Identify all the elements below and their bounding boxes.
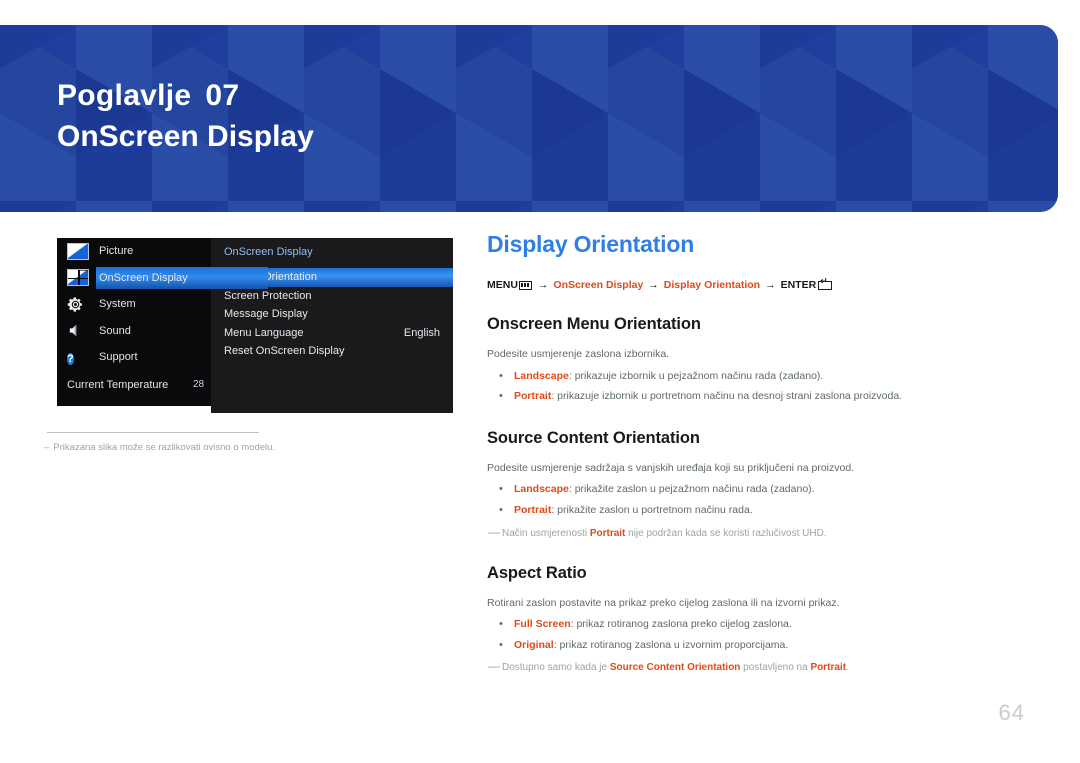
list-item: Original: prikaz rotiranog zaslona u izv… — [487, 637, 1027, 654]
bullet-term: Portrait — [514, 390, 552, 403]
osd-menu-item-label: OnScreen Display — [99, 271, 188, 284]
footnote-line: – Prikazana slika može se razlikovati ovi… — [44, 442, 344, 453]
speaker-icon — [67, 322, 89, 339]
osd-left-menu-list: Picture OnScreen Display System Sound ? … — [57, 238, 268, 397]
osd-current-temperature-value: 28 — [193, 379, 205, 390]
bullet-term: Original — [514, 638, 554, 651]
chapter-number: 07 — [205, 79, 240, 112]
bullet-text: : prikaz rotiranog zaslona u izvornim pr… — [553, 638, 789, 651]
section-heading-source-content-orientation: Source Content Orientation — [487, 429, 700, 448]
bullet-term: Landscape — [514, 369, 569, 382]
section-bullet-list: Landscape: prikažite zaslon u pejzažnom … — [487, 481, 1027, 519]
chapter-banner: Poglavlje 07 OnScreen Display — [0, 25, 1058, 212]
page-title: Display Orientation — [487, 231, 695, 257]
bullet-term: Portrait — [514, 503, 552, 516]
section-intro: Podesite usmjerenje sadržaja s vanjskih … — [487, 462, 855, 475]
note-term: Portrait — [589, 527, 626, 539]
osd-menu-item-system[interactable]: System — [57, 291, 268, 318]
footnote-divider — [47, 432, 259, 433]
osd-menu-item-picture[interactable]: Picture — [57, 238, 268, 265]
osd-menu-item-onscreen-display[interactable]: OnScreen Display — [57, 265, 268, 292]
osd-menu-screenshot: OnScreen Display Display Orientation Scr… — [57, 238, 453, 414]
chapter-line: Poglavlje 07 — [57, 77, 314, 115]
osd-submenu-item-value: English — [403, 326, 440, 339]
list-item: Full Screen: prikaz rotiranog zaslona pr… — [487, 616, 1027, 633]
onscreen-display-icon — [67, 269, 89, 287]
osd-menu-item-label: Support — [99, 351, 138, 364]
section-intro: Rotirani zaslon postavite na prikaz prek… — [487, 596, 840, 609]
banner-text-block: Poglavlje 07 OnScreen Display — [57, 77, 314, 156]
list-item: Landscape: prikazuje izbornik u pejzažno… — [487, 368, 1027, 385]
osd-menu-item-sound[interactable]: Sound — [57, 318, 268, 345]
bullet-text: : prikaz rotiranog zaslona preko cijelog… — [570, 617, 792, 630]
bullet-text: : prikazuje izbornik u portretnom načinu… — [551, 390, 903, 403]
note-post: nije podržan kada se koristi razlučivost… — [625, 527, 827, 539]
note-pre: Dostupno samo kada je — [502, 662, 610, 674]
breadcrumb-link-onscreen-display[interactable]: OnScreen Display — [553, 279, 643, 291]
note-dash: — — [488, 524, 500, 539]
note-post: postavljeno na — [740, 662, 811, 674]
section-heading-onscreen-menu-orientation: Onscreen Menu Orientation — [487, 315, 701, 334]
section-heading-aspect-ratio: Aspect Ratio — [487, 563, 587, 582]
question-circle-icon: ? — [67, 352, 74, 365]
breadcrumb-arrow: → — [648, 279, 659, 292]
breadcrumb-arrow: → — [765, 279, 776, 292]
breadcrumb-enter-label: ENTER — [780, 279, 817, 292]
gear-icon — [67, 296, 89, 313]
osd-menu-item-support[interactable]: ? Support — [57, 344, 268, 371]
osd-menu-item-label: Picture — [99, 245, 134, 258]
osd-current-temperature-row: Current Temperature 28 — [57, 373, 268, 397]
bullet-text: : prikazuje izbornik u pejzažnom načinu … — [568, 369, 824, 382]
note-post-2: . — [846, 662, 849, 674]
osd-menu-item-label: System — [99, 298, 136, 311]
menu-icon — [518, 280, 532, 290]
section-bullet-list: Full Screen: prikaz rotiranog zaslona pr… — [487, 616, 1027, 654]
section-intro: Podesite usmjerenje zaslona izbornika. — [487, 348, 670, 361]
note-term-2: Portrait — [810, 662, 847, 674]
picture-icon — [67, 242, 89, 260]
chapter-label: Poglavlje — [57, 79, 192, 112]
bullet-term: Full Screen — [514, 617, 571, 630]
bullet-text: : prikažite zaslon u pejzažnom načinu ra… — [568, 483, 815, 496]
list-item: Portrait: prikažite zaslon u portretnom … — [487, 502, 1027, 519]
breadcrumb-arrow: → — [537, 279, 549, 292]
page-number: 64 — [998, 700, 1025, 725]
section-bullet-list: Landscape: prikazuje izbornik u pejzažno… — [487, 368, 1027, 406]
bullet-term: Landscape — [514, 483, 569, 496]
chapter-title: OnScreen Display — [57, 119, 314, 153]
enter-icon — [818, 277, 833, 290]
list-item: Portrait: prikazuje izbornik u portretno… — [487, 388, 1027, 405]
main-content: Display Orientation MENU → OnScreen Disp… — [487, 231, 1027, 675]
section-note: — Dostupno samo kada je Source Content Or… — [487, 659, 1027, 675]
footnote-text: Prikazana slika može se razlikovati ovis… — [53, 442, 276, 453]
bullet-text: : prikažite zaslon u portretnom načinu r… — [551, 503, 753, 516]
note-pre: Način usmjerenosti — [502, 527, 590, 539]
osd-image-footnote: – Prikazana slika može se razlikovati ovi… — [44, 432, 344, 453]
list-item: Landscape: prikažite zaslon u pejzažnom … — [487, 481, 1027, 498]
breadcrumb-link-display-orientation[interactable]: Display Orientation — [664, 279, 760, 291]
footnote-dash: – — [44, 442, 50, 453]
note-dash: — — [488, 659, 500, 674]
note-term: Source Content Orientation — [609, 662, 741, 674]
osd-menu-item-label: Sound — [99, 324, 131, 337]
breadcrumb-menu-label: MENU — [487, 279, 518, 292]
osd-current-temperature-label: Current Temperature — [67, 378, 169, 391]
section-note: — Način usmjerenosti Portrait nije podrža… — [487, 524, 1027, 541]
breadcrumb: MENU → OnScreen Display → Display Orient… — [487, 277, 1027, 292]
